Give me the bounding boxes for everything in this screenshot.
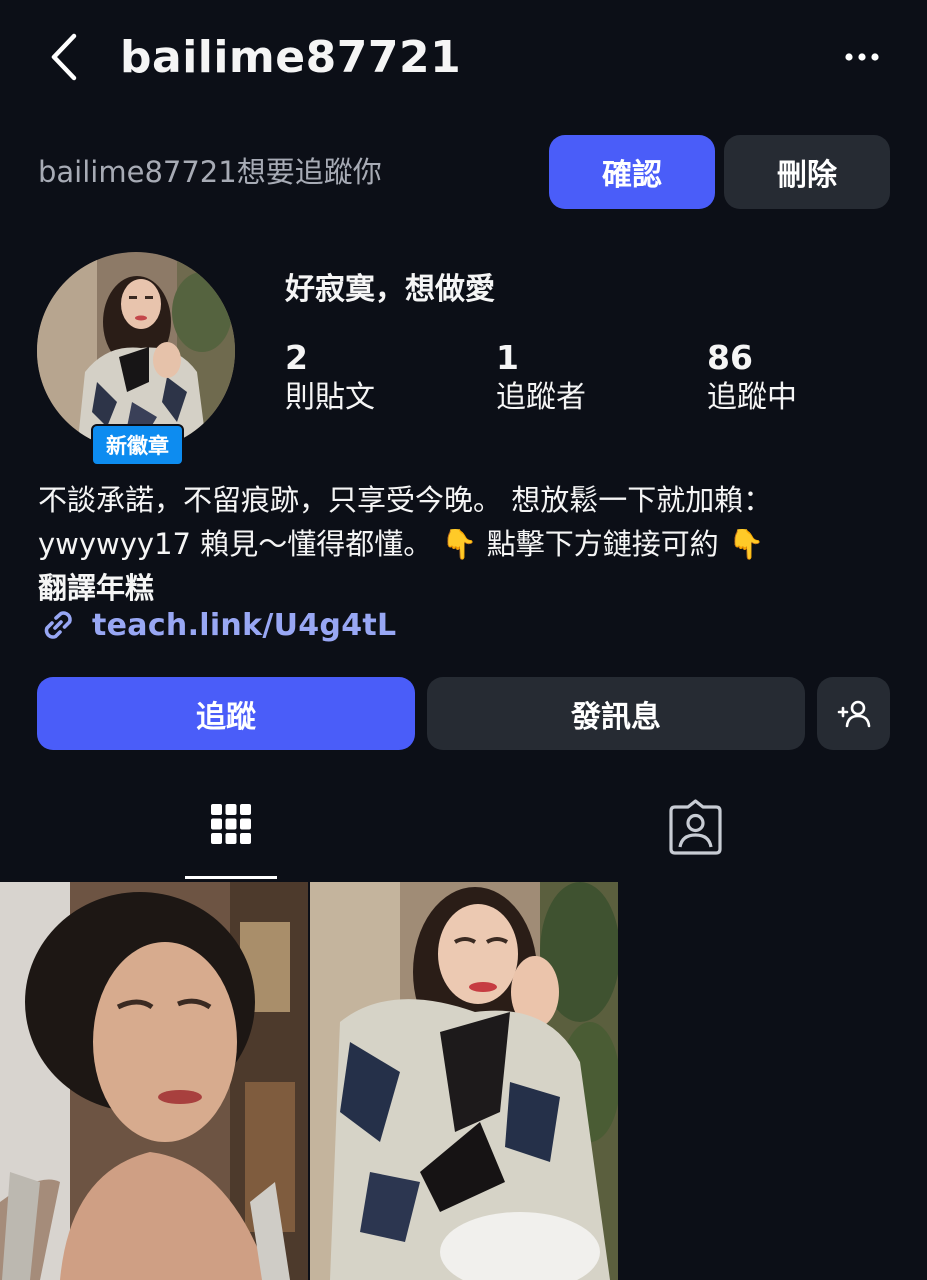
link-icon xyxy=(44,611,72,639)
stat-posts-value: 2 xyxy=(285,338,308,377)
bio-line-2: ywywyy17 賴見～懂得都懂。 👇 點擊下方鏈接可約 👇 xyxy=(38,527,765,561)
stat-following[interactable]: 86 追蹤中 xyxy=(707,338,797,418)
new-badge[interactable]: 新徽章 xyxy=(91,424,184,466)
stat-followers[interactable]: 1 追蹤者 xyxy=(496,338,586,418)
stat-posts-label: 則貼文 xyxy=(285,380,375,415)
bio-line-1: 不談承諾，不留痕跡，只享受今晚。 想放鬆一下就加賴： xyxy=(38,483,773,517)
avatar[interactable] xyxy=(37,252,235,450)
back-button[interactable] xyxy=(46,30,86,84)
tagged-person-icon xyxy=(669,799,722,855)
profile-username-title: bailime87721 xyxy=(120,32,462,83)
more-options-icon xyxy=(845,53,879,61)
translate-bio-link[interactable]: 翻譯年糕 xyxy=(38,566,898,610)
profile-link[interactable]: teach.link/U4g4tL xyxy=(38,605,396,645)
back-chevron-icon xyxy=(51,33,77,81)
stat-followers-value: 1 xyxy=(496,338,519,377)
delete-request-button[interactable]: 刪除 xyxy=(724,135,890,209)
post-image-1 xyxy=(0,882,308,1280)
profile-link-text[interactable]: teach.link/U4g4tL xyxy=(92,608,396,643)
message-button[interactable]: 發訊息 xyxy=(427,677,805,750)
stat-following-label: 追蹤中 xyxy=(707,380,797,415)
active-tab-indicator xyxy=(185,876,277,879)
more-options-button[interactable] xyxy=(842,42,882,72)
follow-request-text: bailime87721想要追蹤你 xyxy=(38,155,382,189)
stat-followers-label: 追蹤者 xyxy=(496,380,586,415)
stat-posts[interactable]: 2 則貼文 xyxy=(285,338,375,418)
post-image-2 xyxy=(310,882,618,1280)
follow-button[interactable]: 追蹤 xyxy=(37,677,415,750)
avatar-image xyxy=(37,252,235,450)
display-name: 好寂寞，想做愛 xyxy=(285,272,495,307)
tab-tagged[interactable] xyxy=(648,795,743,880)
bio: 不談承諾，不留痕跡，只享受今晚。 想放鬆一下就加賴： ywywyy17 賴見～懂… xyxy=(38,478,898,610)
post-thumbnail[interactable] xyxy=(0,882,308,1280)
suggested-users-button[interactable] xyxy=(817,677,890,750)
tab-posts-grid[interactable] xyxy=(185,795,277,880)
post-thumbnail[interactable] xyxy=(310,882,618,1280)
stat-following-value: 86 xyxy=(707,338,753,377)
add-user-icon xyxy=(837,700,870,727)
grid-icon xyxy=(211,804,251,844)
confirm-request-button[interactable]: 確認 xyxy=(549,135,715,209)
